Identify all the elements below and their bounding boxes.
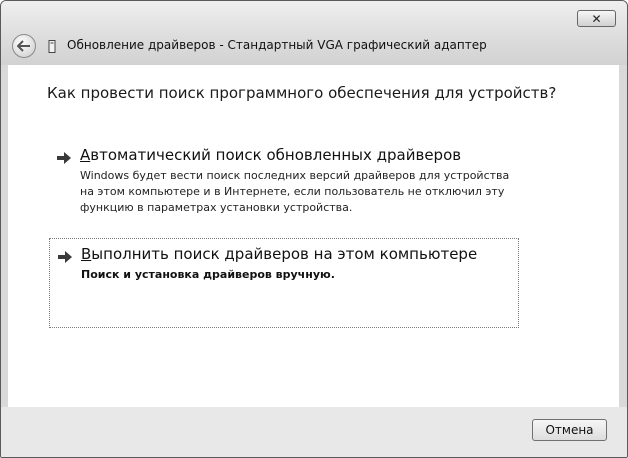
title-bar: ✕ Обновление драйверов - Стандартный VGA… xyxy=(1,1,627,65)
back-arrow-icon xyxy=(17,40,30,52)
green-arrow-icon xyxy=(58,251,72,263)
auto-search-title: Автоматический поиск обновленных драйвер… xyxy=(80,146,462,164)
close-icon: ✕ xyxy=(591,11,602,26)
button-bar: Отмена xyxy=(1,407,627,457)
cancel-button[interactable]: Отмена xyxy=(532,419,607,441)
page-heading: Как провести поиск программного обеспече… xyxy=(47,84,557,102)
browse-computer-description: Поиск и установка драйверов вручную. xyxy=(81,268,335,281)
device-icon xyxy=(47,39,57,53)
content-area: Как провести поиск программного обеспече… xyxy=(8,65,619,407)
browse-computer-option[interactable]: Выполнить поиск драйверов на этом компью… xyxy=(49,238,519,328)
driver-update-window: ✕ Обновление драйверов - Стандартный VGA… xyxy=(0,0,628,458)
browse-computer-title: Выполнить поиск драйверов на этом компью… xyxy=(81,245,478,263)
auto-search-description: Windows будет вести поиск последних верс… xyxy=(80,169,510,214)
close-button[interactable]: ✕ xyxy=(577,10,616,27)
auto-search-option[interactable]: Автоматический поиск обновленных драйвер… xyxy=(49,140,519,214)
back-button[interactable] xyxy=(12,34,36,58)
green-arrow-icon xyxy=(57,152,71,164)
window-title: Обновление драйверов - Стандартный VGA г… xyxy=(67,38,487,52)
